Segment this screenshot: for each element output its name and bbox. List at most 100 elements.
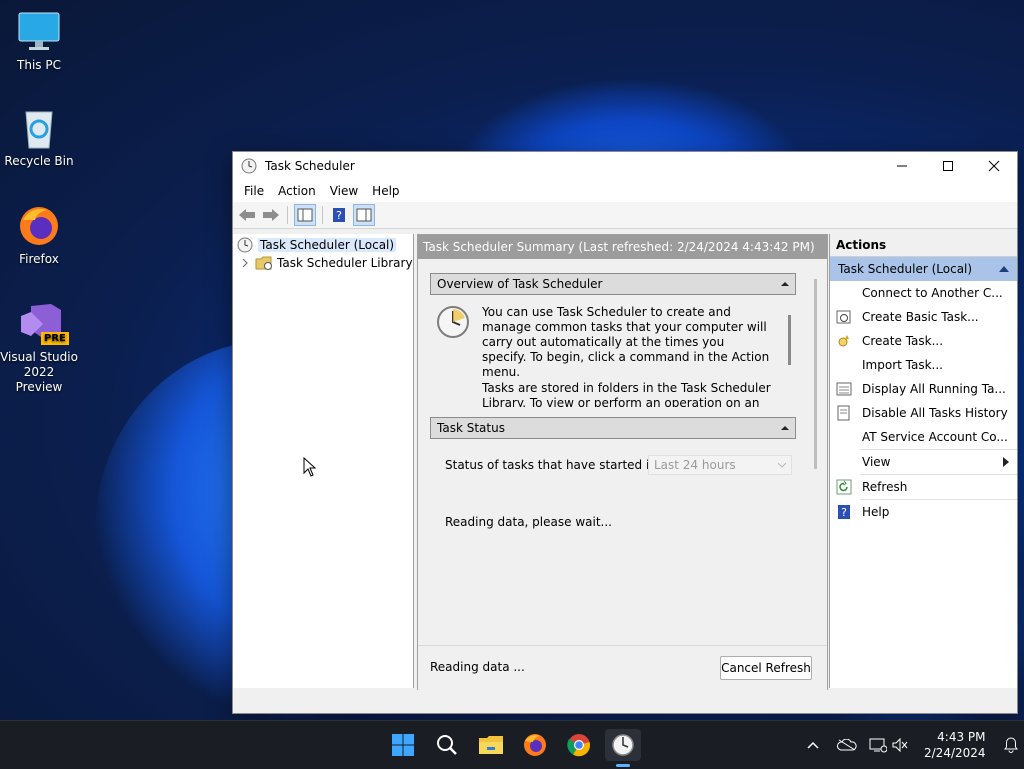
chevron-down-icon — [778, 462, 786, 468]
desktop-icon-recycle-bin[interactable]: Recycle Bin — [0, 106, 78, 169]
action-pane-icon — [356, 208, 372, 222]
menu-bar: File Action View Help — [233, 180, 1017, 202]
windows-logo-icon — [392, 734, 414, 756]
close-button[interactable] — [971, 152, 1017, 180]
action-display-all-running-tasks[interactable]: Display All Running Ta... — [830, 377, 1017, 401]
submenu-arrow-icon — [1003, 457, 1009, 467]
action-label: AT Service Account Co... — [862, 430, 1008, 444]
minimize-button[interactable] — [879, 152, 925, 180]
actions-header: Actions — [830, 234, 1017, 257]
show-hide-action-pane-button[interactable] — [353, 204, 375, 226]
menu-file[interactable]: File — [237, 184, 271, 198]
action-help[interactable]: ? Help — [830, 500, 1017, 524]
action-label: Connect to Another C... — [862, 286, 1003, 300]
maximize-icon — [943, 161, 953, 171]
status-footer: Reading data ... Cancel Refresh — [418, 645, 827, 690]
arrow-left-icon — [239, 209, 255, 221]
blank-icon — [836, 285, 852, 301]
desktop-icon-this-pc[interactable]: This PC — [0, 10, 78, 73]
window-title: Task Scheduler — [265, 159, 355, 173]
arrow-right-icon — [263, 209, 279, 221]
chrome-taskbar-button[interactable] — [561, 729, 597, 761]
notifications-button[interactable] — [1000, 737, 1022, 753]
menu-action[interactable]: Action — [271, 184, 323, 198]
action-connect-to-another-computer[interactable]: Connect to Another C... — [830, 281, 1017, 305]
action-label: Refresh — [862, 480, 908, 494]
summary-header: Task Scheduler Summary (Last refreshed: … — [418, 235, 827, 259]
status-filter-select[interactable]: Last 24 hours — [648, 455, 792, 475]
show-hide-console-tree-button[interactable] — [294, 204, 316, 226]
toolbar-separator — [322, 206, 323, 224]
help-icon: ? — [836, 504, 852, 520]
title-bar[interactable]: Task Scheduler — [233, 152, 1017, 180]
overview-scrollbar[interactable] — [788, 315, 791, 365]
actions-section-task-scheduler-local[interactable]: Task Scheduler (Local) — [830, 257, 1017, 281]
monitor-icon — [17, 10, 61, 54]
toolbar: ? — [233, 202, 1017, 229]
network-icon — [869, 738, 887, 753]
volume-button[interactable] — [890, 738, 910, 752]
action-refresh[interactable]: Refresh — [830, 475, 1017, 499]
show-hidden-icons-button[interactable] — [804, 741, 822, 749]
action-import-task[interactable]: Import Task... — [830, 353, 1017, 377]
desktop-icon-label: Firefox — [19, 252, 59, 266]
network-button[interactable] — [866, 737, 890, 753]
desktop-icon-firefox[interactable]: Firefox — [0, 204, 78, 267]
action-label: Disable All Tasks History — [862, 406, 1008, 420]
svg-text:?: ? — [336, 209, 342, 222]
new-task-icon — [836, 333, 852, 349]
task-scheduler-taskbar-button[interactable] — [605, 729, 641, 761]
action-disable-all-tasks-history[interactable]: Disable All Tasks History — [830, 401, 1017, 425]
task-status-section-header[interactable]: Task Status — [430, 417, 796, 439]
chevron-right-icon[interactable] — [241, 258, 249, 268]
task-scheduler-window: Task Scheduler File Action View Help ? T… — [232, 151, 1018, 714]
blank-icon — [836, 429, 852, 445]
mouse-cursor-icon — [303, 457, 317, 477]
folder-clock-icon — [255, 256, 272, 270]
calendar-clock-icon — [836, 309, 852, 325]
onedrive-button[interactable] — [832, 739, 862, 751]
menu-help[interactable]: Help — [365, 184, 406, 198]
section-label: Task Scheduler (Local) — [838, 262, 973, 276]
collapse-arrow-icon — [781, 282, 789, 286]
folder-icon — [479, 736, 503, 754]
preview-badge: PRE — [41, 332, 69, 345]
menu-view[interactable]: View — [323, 184, 365, 198]
start-button[interactable] — [385, 729, 421, 761]
action-label: Help — [862, 505, 890, 519]
firefox-taskbar-button[interactable] — [517, 729, 553, 761]
action-create-basic-task[interactable]: Create Basic Task... — [830, 305, 1017, 329]
status-filter-label: Status of tasks that have started in t..… — [445, 458, 677, 472]
action-label: Import Task... — [862, 358, 943, 372]
action-create-task[interactable]: Create Task... — [830, 329, 1017, 353]
refresh-icon — [836, 479, 852, 495]
overview-section-header[interactable]: Overview of Task Scheduler — [430, 273, 796, 295]
main-scrollbar[interactable] — [814, 279, 817, 469]
desktop-icon-label: Visual Studio 2022 Preview — [0, 350, 78, 394]
firefox-icon — [524, 734, 546, 756]
search-button[interactable] — [429, 729, 465, 761]
forward-button[interactable] — [261, 205, 281, 225]
cancel-refresh-button[interactable]: Cancel Refresh — [720, 656, 812, 680]
desktop-icon-visual-studio[interactable]: PRE Visual Studio 2022 Preview — [0, 302, 78, 395]
action-at-service-account-config[interactable]: AT Service Account Co... — [830, 425, 1017, 449]
desktop-icon-label: This PC — [17, 58, 61, 72]
firefox-icon — [17, 204, 61, 248]
search-icon — [437, 735, 457, 755]
tree-item-task-scheduler-local[interactable]: Task Scheduler (Local) — [233, 236, 413, 254]
back-button[interactable] — [237, 205, 257, 225]
tree-item-task-scheduler-library[interactable]: Task Scheduler Library — [233, 254, 413, 272]
maximize-button[interactable] — [925, 152, 971, 180]
action-view[interactable]: View — [830, 450, 1017, 474]
overview-paragraph-2: Tasks are stored in folders in the Task … — [482, 381, 771, 407]
tree-item-label: Task Scheduler (Local) — [258, 238, 397, 252]
select-value: Last 24 hours — [654, 458, 736, 472]
taskbar-time: 4:43 PM — [937, 730, 986, 744]
clock-button[interactable]: 4:43 PM 2/24/2024 — [924, 729, 986, 761]
action-label: Display All Running Ta... — [862, 382, 1006, 396]
console-tree-icon — [297, 208, 313, 222]
visual-studio-icon: PRE — [17, 302, 69, 346]
help-toolbar-button[interactable]: ? — [329, 205, 349, 225]
chevron-up-icon — [807, 741, 819, 749]
file-explorer-button[interactable] — [473, 729, 509, 761]
